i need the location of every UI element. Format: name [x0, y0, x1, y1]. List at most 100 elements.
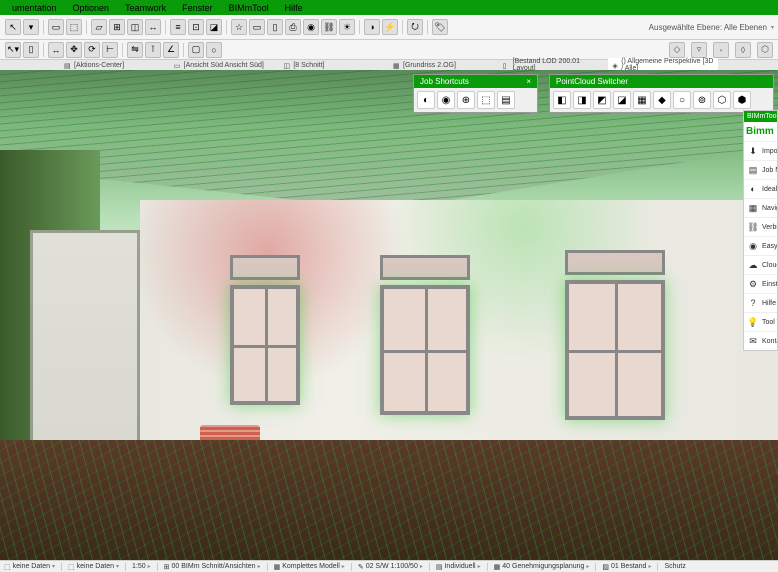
palette-verbinde[interactable]: ⛓Verbinde: [744, 217, 777, 236]
panel-header[interactable]: Job Shortcuts ×: [414, 75, 537, 88]
palette-jobman[interactable]: ▤Job Man: [744, 160, 777, 179]
print-icon[interactable]: ⎙: [285, 19, 301, 35]
menu-umentation[interactable]: umentation: [4, 3, 65, 13]
folder-icon[interactable]: ▯: [267, 19, 283, 35]
opt1-icon[interactable]: ◇: [669, 42, 685, 58]
doc-icon[interactable]: ▭: [249, 19, 265, 35]
menu-teamwork[interactable]: Teamwork: [117, 3, 174, 13]
pcs-icon-8[interactable]: ⊚: [693, 91, 711, 109]
link-icon[interactable]: ⛓: [321, 19, 337, 35]
3d-viewport[interactable]: Job Shortcuts × ◐ ◉ ⊕ ⬚ ▤ PointCloud Swi…: [0, 70, 778, 560]
pcs-icon-3[interactable]: ◩: [593, 91, 611, 109]
status-bestand[interactable]: ▨ 01 Bestand ▸: [602, 563, 651, 571]
dim-icon[interactable]: ⊺: [145, 42, 161, 58]
item-label: Cloud To: [762, 262, 777, 269]
ruler-icon[interactable]: ◫: [127, 19, 143, 35]
pcs-icon-7[interactable]: ○: [673, 91, 691, 109]
pcs-icon-2[interactable]: ◨: [573, 91, 591, 109]
elevation-icon: ▭: [174, 62, 181, 69]
opt5-icon[interactable]: ⬡: [757, 42, 773, 58]
move-icon[interactable]: ↔: [48, 42, 64, 58]
window-3: [565, 280, 665, 420]
arrow-dd-icon[interactable]: ↖▾: [5, 42, 21, 58]
tab-grundriss[interactable]: ▦[Grundriss 2.OG]: [389, 62, 499, 69]
align-icon[interactable]: ⊢: [102, 42, 118, 58]
grid-icon[interactable]: ⊞: [109, 19, 125, 35]
star-icon[interactable]: ☆: [231, 19, 247, 35]
job-icon-4[interactable]: ⬚: [477, 91, 495, 109]
palette-tooltip[interactable]: 💡Tool Tip: [744, 312, 777, 331]
item-label: Kontakt: [762, 338, 777, 345]
menu-fenster[interactable]: Fenster: [174, 3, 221, 13]
orbit-icon[interactable]: ⭮: [407, 19, 423, 35]
tool-icon[interactable]: ⬚: [66, 19, 82, 35]
status-model[interactable]: ▦ Komplettes Modell ▸: [274, 563, 345, 571]
sun-icon[interactable]: ☀: [339, 19, 355, 35]
transom-3: [565, 250, 665, 275]
square-icon[interactable]: ▢: [188, 42, 204, 58]
status-scale[interactable]: ✎ 02 S/W 1:100/50 ▸: [358, 563, 423, 571]
pcs-icon-5[interactable]: ▦: [633, 91, 651, 109]
trace-icon[interactable]: ◪: [206, 19, 222, 35]
menu-bimmtool[interactable]: BIMmTool: [221, 3, 277, 13]
close-icon[interactable]: ×: [526, 77, 531, 86]
job-icon-5[interactable]: ▤: [497, 91, 515, 109]
opt2-icon[interactable]: ▿: [691, 42, 707, 58]
window-2: [380, 285, 470, 415]
pcs-icon-1[interactable]: ◧: [553, 91, 571, 109]
chevron-down-icon[interactable]: ▾: [771, 24, 774, 31]
pan-icon[interactable]: ✥: [66, 42, 82, 58]
palette-navigation[interactable]: ▦Navigatio: [744, 198, 777, 217]
circle-icon[interactable]: ○: [206, 42, 222, 58]
section-icon[interactable]: ⊡: [188, 19, 204, 35]
panel-header[interactable]: PointCloud Switcher: [550, 75, 773, 88]
camera-icon[interactable]: ◉: [303, 19, 319, 35]
separator: [427, 20, 428, 34]
tab-aktions-center[interactable]: ▤[Aktions-Center]: [60, 62, 170, 69]
rotate-icon[interactable]: ⟳: [84, 42, 100, 58]
opt4-icon[interactable]: ◊: [735, 42, 751, 58]
pcs-icon-9[interactable]: ⬡: [713, 91, 731, 109]
tab-schnitt[interactable]: ◫[8 Schnitt]: [279, 62, 389, 69]
separator: [487, 563, 488, 571]
palette-cloudto[interactable]: ☁Cloud To: [744, 255, 777, 274]
palette-hilfe[interactable]: ?Hilfe: [744, 293, 777, 312]
palette-import[interactable]: ⬇Importie: [744, 141, 777, 160]
render-icon[interactable]: ◑: [364, 19, 380, 35]
job-icon-1[interactable]: ◐: [417, 91, 435, 109]
status-security[interactable]: Schutz: [664, 563, 685, 570]
pcs-icon-6[interactable]: ◆: [653, 91, 671, 109]
job-icon-2[interactable]: ◉: [437, 91, 455, 109]
job-icon-3[interactable]: ⊕: [457, 91, 475, 109]
pcs-icon-10[interactable]: ⬢: [733, 91, 751, 109]
palette-idealisie[interactable]: ◐Idealisie: [744, 179, 777, 198]
measure-icon[interactable]: ↔: [145, 19, 161, 35]
status-plan[interactable]: ▦ 40 Genehmigungsplanung ▸: [494, 563, 590, 571]
tab-ansicht-sued[interactable]: ▭[Ansicht Süd Ansicht Süd]: [170, 62, 280, 69]
palette-einstellung[interactable]: ⚙Einstellu: [744, 274, 777, 293]
status-ratio[interactable]: 1:50 ▸: [132, 563, 151, 570]
status-indiv[interactable]: ▤ Individuell ▸: [436, 563, 481, 571]
angle-icon[interactable]: ∠: [163, 42, 179, 58]
status-set[interactable]: ⊞ 00 BIMm Schnitt/Ansichten ▸: [164, 563, 261, 571]
opt3-icon[interactable]: ◦: [713, 42, 729, 58]
separator: [226, 20, 227, 34]
pcs-icon-4[interactable]: ◪: [613, 91, 631, 109]
menu-optionen[interactable]: Optionen: [65, 3, 118, 13]
palette-title[interactable]: BIMmTool Pla: [744, 111, 777, 122]
help-icon: ?: [747, 297, 759, 309]
marquee-icon[interactable]: ▭: [48, 19, 64, 35]
separator: [43, 43, 44, 57]
menu-hilfe[interactable]: Hilfe: [277, 3, 311, 13]
level-icon[interactable]: ≡: [170, 19, 186, 35]
snap-icon[interactable]: ▱: [91, 19, 107, 35]
tag-icon[interactable]: 🏷: [432, 19, 448, 35]
bolt-icon[interactable]: ⚡: [382, 19, 398, 35]
item-label: Idealisie: [762, 186, 777, 193]
page-icon[interactable]: ▯: [23, 42, 39, 58]
mirror-icon[interactable]: ⇋: [127, 42, 143, 58]
dropdown-icon[interactable]: ▾: [23, 19, 39, 35]
palette-easy2mo[interactable]: ◉Easy2Mo: [744, 236, 777, 255]
palette-kontakt[interactable]: ✉Kontakt: [744, 331, 777, 350]
cursor-icon[interactable]: ↖: [5, 19, 21, 35]
